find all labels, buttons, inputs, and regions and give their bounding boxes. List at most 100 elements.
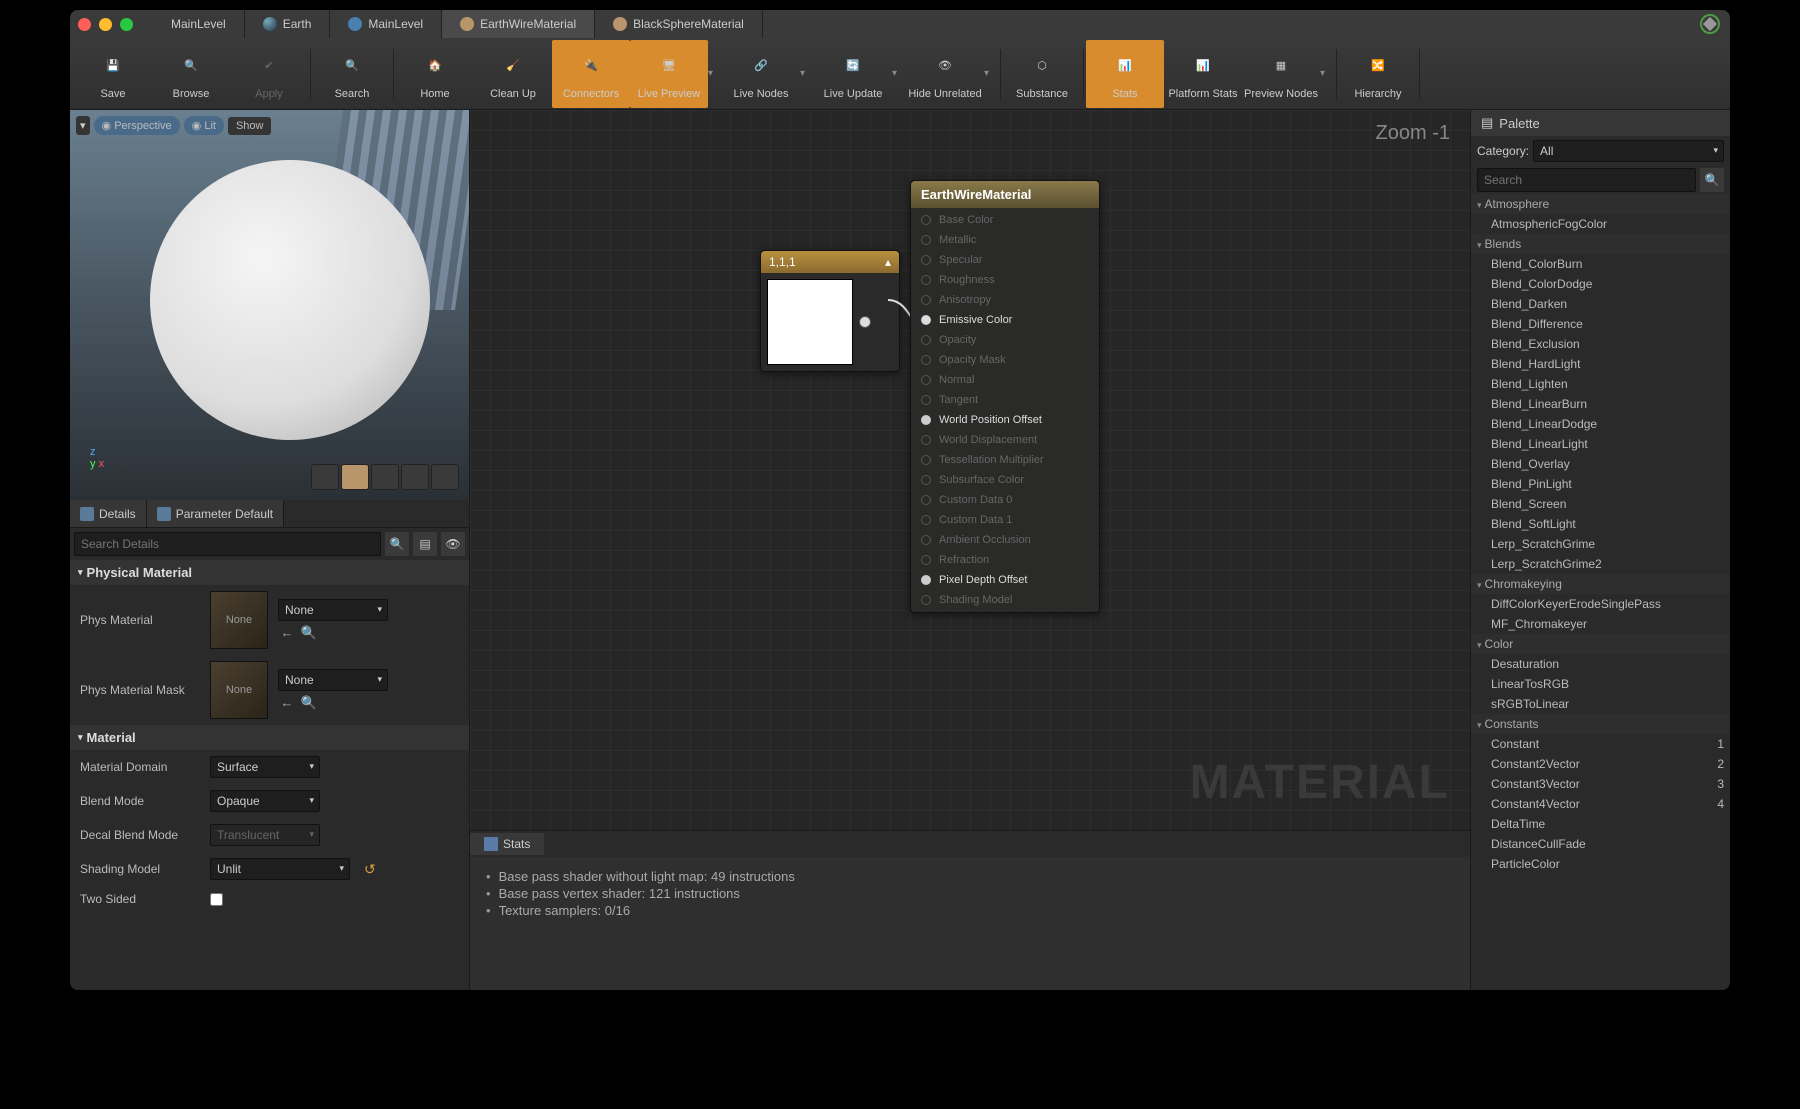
palette-item[interactable]: Constant2Vector2 [1471,754,1730,774]
toolbar-connectors-button[interactable]: 🔌Connectors [552,40,630,108]
view-options-icon[interactable]: ▤ [413,532,437,556]
toolbar-live-update-button[interactable]: 🔄Live Update [814,40,892,108]
pin-emissive-color[interactable]: Emissive Color [911,310,1099,330]
phys-material-thumbnail[interactable]: None [210,591,268,649]
blend-mode-dropdown[interactable]: Opaque [210,790,320,812]
details-search-input[interactable] [74,532,381,556]
toolbar-hierarchy-button[interactable]: 🔀Hierarchy [1339,40,1417,108]
palette-item[interactable]: Blend_HardLight [1471,354,1730,374]
toolbar-substance-button[interactable]: ⬡Substance [1003,40,1081,108]
toolbar-preview-nodes-button[interactable]: ▦Preview Nodes [1242,40,1320,108]
material-graph[interactable]: Zoom -1 MATERIAL 1,1,1▴ EarthWireMateria… [470,110,1470,830]
pin-ambient-occlusion[interactable]: Ambient Occlusion [911,530,1099,550]
filter-icon[interactable]: 👁 [441,532,465,556]
shape-sphere-button[interactable] [341,464,369,490]
pin-normal[interactable]: Normal [911,370,1099,390]
shape-plane-button[interactable] [371,464,399,490]
pin-opacity[interactable]: Opacity [911,330,1099,350]
pin-socket-icon[interactable] [921,255,931,265]
pin-socket-icon[interactable] [921,595,931,605]
palette-item[interactable]: Blend_Overlay [1471,454,1730,474]
palette-item[interactable]: Constant3Vector3 [1471,774,1730,794]
category-dropdown[interactable]: All [1533,140,1724,162]
palette-item[interactable]: Lerp_ScratchGrime [1471,534,1730,554]
palette-item[interactable]: Constant1 [1471,734,1730,754]
source-control-icon[interactable] [1700,14,1720,34]
color-swatch[interactable] [767,279,853,365]
toolbar-clean-up-button[interactable]: 🧹Clean Up [474,40,552,108]
use-selected-icon[interactable]: ← [278,695,296,711]
pin-subsurface-color[interactable]: Subsurface Color [911,470,1099,490]
pin-custom-data-1[interactable]: Custom Data 1 [911,510,1099,530]
use-selected-icon[interactable]: ← [278,625,296,641]
palette-item[interactable]: Blend_Difference [1471,314,1730,334]
decal-blend-mode-dropdown[interactable]: Translucent [210,824,320,846]
two-sided-checkbox[interactable] [210,893,223,906]
chevron-down-icon[interactable]: ▾ [984,68,998,79]
pin-tessellation-multiplier[interactable]: Tessellation Multiplier [911,450,1099,470]
tab-blackspherematerial[interactable]: BlackSphereMaterial [595,10,763,38]
chevron-down-icon[interactable]: ▾ [892,68,906,79]
pin-opacity-mask[interactable]: Opacity Mask [911,350,1099,370]
show-button[interactable]: Show [228,117,272,135]
pin-specular[interactable]: Specular [911,250,1099,270]
material-output-node[interactable]: EarthWireMaterial Base ColorMetallicSpec… [910,180,1100,613]
tab-stats[interactable]: Stats [470,833,544,855]
palette-item[interactable]: Blend_LinearDodge [1471,414,1730,434]
tab-parameter-defaults[interactable]: Parameter Default [147,500,284,527]
phys-material-mask-dropdown[interactable]: None [278,669,388,691]
perspective-button[interactable]: ◉ Perspective [94,116,180,135]
pin-socket-icon[interactable] [921,435,931,445]
pin-socket-icon[interactable] [921,555,931,565]
toolbar-browse-button[interactable]: 🔍Browse [152,40,230,108]
tab-earth[interactable]: Earth [245,10,331,38]
pin-socket-icon[interactable] [921,475,931,485]
pin-socket-icon[interactable] [921,315,931,325]
viewport-options-dropdown[interactable]: ▾ [76,116,90,135]
palette-list[interactable]: AtmosphereAtmosphericFogColorBlendsBlend… [1471,194,1730,990]
palette-item[interactable]: Blend_LinearBurn [1471,394,1730,414]
toolbar-save-button[interactable]: 💾Save [74,40,152,108]
reset-to-default-icon[interactable]: ↺ [364,861,376,878]
toolbar-live-nodes-button[interactable]: 🔗Live Nodes [722,40,800,108]
pin-socket-icon[interactable] [921,375,931,385]
collapse-icon[interactable]: ▴ [885,255,891,269]
palette-group-color[interactable]: Color [1471,634,1730,654]
tab-mainlevel[interactable]: MainLevel [153,10,245,38]
pin-socket-icon[interactable] [921,515,931,525]
pin-world-position-offset[interactable]: World Position Offset [911,410,1099,430]
palette-item[interactable]: DeltaTime [1471,814,1730,834]
palette-item[interactable]: Lerp_ScratchGrime2 [1471,554,1730,574]
palette-search-input[interactable] [1477,168,1696,192]
palette-item[interactable]: Blend_Darken [1471,294,1730,314]
pin-socket-icon[interactable] [921,295,931,305]
palette-item[interactable]: DistanceCullFade [1471,834,1730,854]
shape-mesh-button[interactable] [431,464,459,490]
shading-model-dropdown[interactable]: Unlit [210,858,350,880]
palette-item[interactable]: ParticleColor [1471,854,1730,874]
pin-socket-icon[interactable] [921,335,931,345]
preview-viewport[interactable]: ▾ ◉ Perspective ◉ Lit Show z y x [70,110,469,500]
palette-item[interactable]: Blend_SoftLight [1471,514,1730,534]
pin-socket-icon[interactable] [921,495,931,505]
toolbar-hide-unrelated-button[interactable]: 👁Hide Unrelated [906,40,984,108]
maximize-icon[interactable] [120,18,133,31]
section-material[interactable]: Material [70,725,469,750]
pin-anisotropy[interactable]: Anisotropy [911,290,1099,310]
pin-socket-icon[interactable] [921,235,931,245]
palette-item[interactable]: DiffColorKeyerErodeSinglePass [1471,594,1730,614]
palette-group-chromakeying[interactable]: Chromakeying [1471,574,1730,594]
phys-material-dropdown[interactable]: None [278,599,388,621]
toolbar-apply-button[interactable]: ✔Apply [230,40,308,108]
palette-header[interactable]: ▤ Palette [1471,110,1730,136]
pin-shading-model[interactable]: Shading Model [911,590,1099,610]
chevron-down-icon[interactable]: ▾ [800,68,814,79]
palette-item[interactable]: Desaturation [1471,654,1730,674]
toolbar-search-button[interactable]: 🔍Search [313,40,391,108]
pin-pixel-depth-offset[interactable]: Pixel Depth Offset [911,570,1099,590]
pin-socket-icon[interactable] [921,575,931,585]
palette-item[interactable]: AtmosphericFogColor [1471,214,1730,234]
palette-group-atmosphere[interactable]: Atmosphere [1471,194,1730,214]
palette-item[interactable]: Blend_Exclusion [1471,334,1730,354]
constant-vector-node[interactable]: 1,1,1▴ [760,250,900,372]
